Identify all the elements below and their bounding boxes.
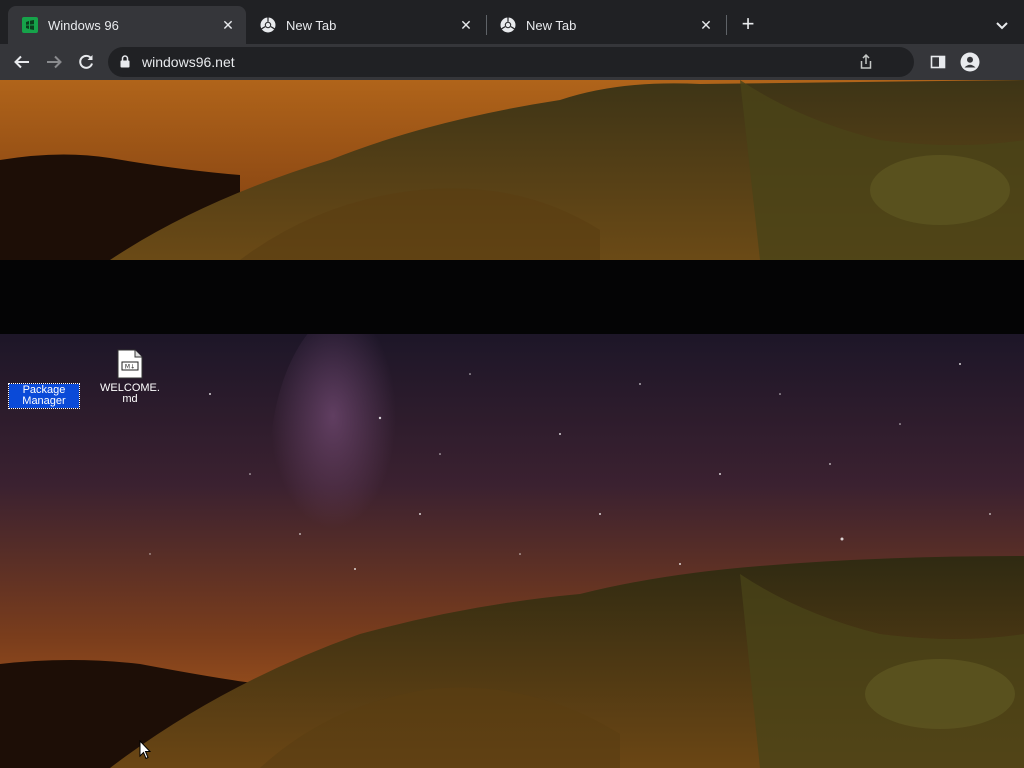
reload-button[interactable] (74, 50, 98, 74)
tab-title: New Tab (286, 17, 337, 33)
tab-close-icon[interactable]: ✕ (220, 17, 236, 33)
back-button[interactable] (10, 50, 34, 74)
package-manager-desktop-icon[interactable]: Package Manager (8, 383, 80, 409)
tab-close-icon[interactable]: ✕ (698, 17, 714, 33)
forward-button[interactable] (42, 50, 66, 74)
share-icon[interactable] (858, 54, 874, 70)
profile-button[interactable] (958, 50, 982, 74)
chrome-icon (500, 17, 516, 33)
package-manager-label: Package Manager (8, 383, 80, 409)
back-arrow-icon (14, 55, 29, 69)
lock-icon[interactable] (120, 55, 130, 68)
markdown-file-icon: M↓ (117, 349, 143, 379)
new-tab-button[interactable]: + (736, 13, 760, 37)
wallpaper-top (0, 80, 1024, 260)
windows96-logo-icon (22, 17, 38, 33)
reload-icon (79, 54, 93, 69)
page-viewport: Package Manager M↓ WELCOME.md (0, 80, 1024, 768)
tab-title: Windows 96 (48, 17, 119, 33)
tab-new-tab-2[interactable]: New Tab ✕ (486, 6, 724, 44)
desktop-wallpaper: Package Manager M↓ WELCOME.md (0, 334, 1024, 768)
address-bar[interactable]: windows96.net (108, 47, 914, 77)
tab-separator (726, 15, 727, 35)
welcome-md-desktop-icon[interactable]: M↓ WELCOME.md (94, 349, 166, 406)
mouse-cursor-icon (139, 740, 151, 760)
wallpaper-gap (0, 260, 1024, 334)
chrome-icon (260, 17, 276, 33)
welcome-md-label: WELCOME.md (100, 382, 160, 405)
side-panel-icon (930, 55, 946, 69)
tab-title: New Tab (526, 17, 577, 33)
profile-avatar-icon (960, 52, 980, 72)
browser-toolbar: windows96.net (0, 44, 1024, 80)
tab-new-tab-1[interactable]: New Tab ✕ (246, 6, 484, 44)
forward-arrow-icon (47, 55, 62, 69)
tab-strip: Windows 96 ✕ New Tab ✕ New Tab ✕ + (0, 0, 1024, 44)
tab-close-icon[interactable]: ✕ (458, 17, 474, 33)
url-text: windows96.net (142, 54, 235, 70)
side-panel-button[interactable] (926, 50, 950, 74)
chevron-down-icon[interactable] (992, 15, 1012, 35)
tab-windows96[interactable]: Windows 96 ✕ (8, 6, 246, 44)
markdown-badge-text: M↓ (125, 364, 135, 371)
